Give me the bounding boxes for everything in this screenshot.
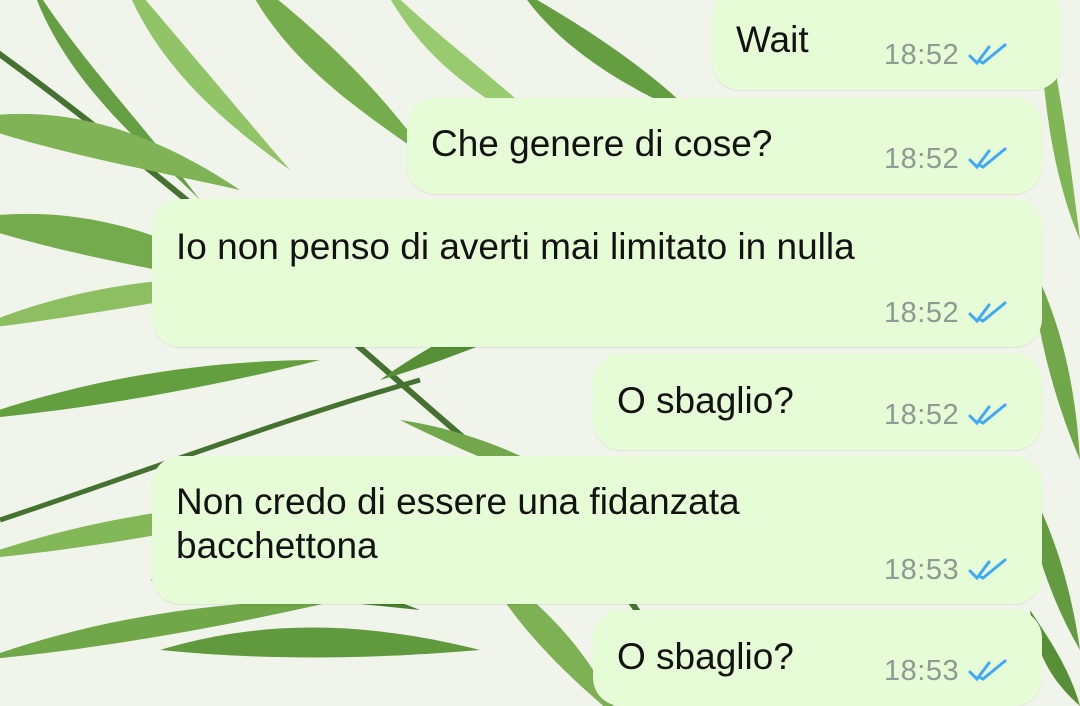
message-bubble[interactable]: O sbaglio? 18:53 <box>593 610 1042 706</box>
message-meta: 18:52 <box>884 142 1009 175</box>
message-meta: 18:52 <box>884 398 1009 431</box>
double-check-icon <box>967 557 1009 583</box>
message-time: 18:53 <box>884 654 960 687</box>
message-bubble[interactable]: Io non penso di averti mai limitato in n… <box>152 199 1042 347</box>
message-time: 18:52 <box>884 38 960 71</box>
message-text: Che genere di cose? <box>431 123 773 164</box>
message-bubble[interactable]: Non credo di essere una fidanzata bacche… <box>152 456 1042 604</box>
message-meta: 18:52 <box>884 38 1009 71</box>
message-meta: 18:53 <box>884 553 1009 586</box>
double-check-icon <box>967 658 1009 684</box>
double-check-icon <box>967 402 1009 428</box>
message-bubble[interactable]: Che genere di cose? 18:52 <box>407 98 1042 194</box>
double-check-icon <box>967 42 1009 68</box>
message-meta: 18:53 <box>884 654 1009 687</box>
message-meta: 18:52 <box>884 296 1009 329</box>
double-check-icon <box>967 300 1009 326</box>
message-time: 18:52 <box>884 398 960 431</box>
message-time: 18:53 <box>884 553 960 586</box>
message-text: Io non penso di averti mai limitato in n… <box>176 226 855 267</box>
message-time: 18:52 <box>884 142 960 175</box>
message-text: Non credo di essere una fidanzata bacche… <box>176 481 740 566</box>
message-bubble[interactable]: Wait 18:52 <box>712 0 1062 90</box>
message-bubble[interactable]: O sbaglio? 18:52 <box>593 354 1042 450</box>
message-text: O sbaglio? <box>617 380 794 421</box>
double-check-icon <box>967 146 1009 172</box>
message-text: Wait <box>736 19 809 60</box>
message-text: O sbaglio? <box>617 636 794 677</box>
message-time: 18:52 <box>884 296 960 329</box>
